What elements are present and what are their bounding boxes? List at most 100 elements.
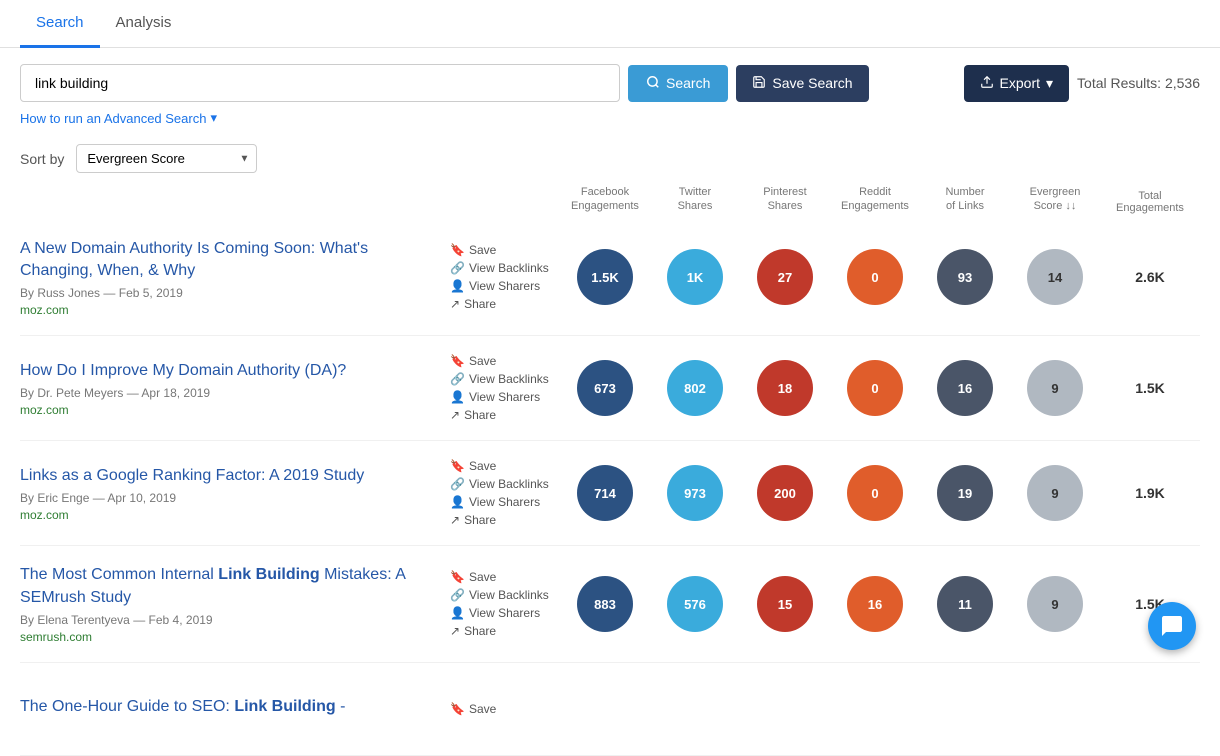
result-domain[interactable]: moz.com: [20, 403, 440, 417]
result-title[interactable]: The Most Common Internal Link Building M…: [20, 564, 440, 609]
chevron-down-icon: ▾: [210, 110, 217, 126]
export-icon: [980, 75, 994, 92]
search-button[interactable]: Search: [628, 65, 728, 102]
result-actions: 🔖 Save 🔗 View Backlinks 👤 View Sharers ↗…: [440, 243, 560, 311]
action-save[interactable]: 🔖 Save: [450, 570, 550, 584]
metric-twitter: 576: [650, 576, 740, 632]
search-input-wrap: [20, 64, 620, 102]
action-save[interactable]: 🔖 Save: [450, 354, 550, 368]
metric-facebook: 883: [560, 576, 650, 632]
action-share[interactable]: ↗ Share: [450, 624, 550, 638]
result-metrics: 883 576 15 16 11 9 1.5K: [560, 576, 1200, 632]
col-header-total: TotalEngagements: [1100, 190, 1200, 214]
table-row: The Most Common Internal Link Building M…: [20, 546, 1200, 663]
result-meta: By Elena Terentyeva — Feb 4, 2019: [20, 613, 440, 627]
save-search-button[interactable]: Save Search: [736, 65, 868, 102]
result-domain[interactable]: moz.com: [20, 303, 440, 317]
export-button[interactable]: Export ▾: [964, 65, 1070, 102]
person-icon: 👤: [450, 495, 465, 509]
result-metrics: 714 973 200 0 19 9 1.9K: [560, 465, 1200, 521]
result-actions: 🔖 Save 🔗 View Backlinks 👤 View Sharers ↗…: [440, 354, 560, 422]
result-content: Links as a Google Ranking Factor: A 2019…: [20, 465, 440, 522]
result-actions: 🔖 Save 🔗 View Backlinks 👤 View Sharers ↗…: [440, 570, 560, 638]
result-title[interactable]: How Do I Improve My Domain Authority (DA…: [20, 360, 440, 382]
share-icon: ↗: [450, 408, 460, 422]
action-sharers[interactable]: 👤 View Sharers: [450, 606, 550, 620]
table-row: Links as a Google Ranking Factor: A 2019…: [20, 441, 1200, 546]
save-icon: [752, 75, 766, 92]
bookmark-icon: 🔖: [450, 459, 465, 473]
person-icon: 👤: [450, 279, 465, 293]
chain-icon: 🔗: [450, 261, 465, 275]
chain-icon: 🔗: [450, 588, 465, 602]
action-save[interactable]: 🔖 Save: [450, 702, 550, 716]
action-backlinks[interactable]: 🔗 View Backlinks: [450, 372, 550, 386]
sort-select[interactable]: Evergreen Score Total Engagements Facebo…: [76, 144, 257, 173]
action-sharers[interactable]: 👤 View Sharers: [450, 390, 550, 404]
metric-links: 16: [920, 360, 1010, 416]
person-icon: 👤: [450, 606, 465, 620]
search-area: Search Save Search Export ▾ Total Result…: [0, 48, 1220, 134]
metric-facebook: 1.5K: [560, 249, 650, 305]
chain-icon: 🔗: [450, 477, 465, 491]
result-title[interactable]: The One-Hour Guide to SEO: Link Building…: [20, 696, 440, 718]
metric-reddit: 0: [830, 465, 920, 521]
metric-twitter: 1K: [650, 249, 740, 305]
tab-search[interactable]: Search: [20, 0, 100, 48]
action-sharers[interactable]: 👤 View Sharers: [450, 495, 550, 509]
result-meta: By Eric Enge — Apr 10, 2019: [20, 491, 440, 505]
action-save[interactable]: 🔖 Save: [450, 459, 550, 473]
bookmark-icon: 🔖: [450, 570, 465, 584]
result-title[interactable]: A New Domain Authority Is Coming Soon: W…: [20, 238, 440, 283]
action-backlinks[interactable]: 🔗 View Backlinks: [450, 588, 550, 602]
metric-facebook: 714: [560, 465, 650, 521]
col-header-twitter: TwitterShares: [650, 185, 740, 214]
result-content: A New Domain Authority Is Coming Soon: W…: [20, 238, 440, 318]
result-content: The Most Common Internal Link Building M…: [20, 564, 440, 644]
chain-icon: 🔗: [450, 372, 465, 386]
result-content: How Do I Improve My Domain Authority (DA…: [20, 360, 440, 417]
action-sharers[interactable]: 👤 View Sharers: [450, 279, 550, 293]
share-icon: ↗: [450, 513, 460, 527]
result-title[interactable]: Links as a Google Ranking Factor: A 2019…: [20, 465, 440, 487]
result-actions: 🔖 Save: [440, 702, 560, 716]
result-domain[interactable]: semrush.com: [20, 630, 440, 644]
action-share[interactable]: ↗ Share: [450, 513, 550, 527]
tab-bar: Search Analysis: [0, 0, 1220, 48]
chat-icon: [1160, 614, 1184, 638]
metric-pinterest: 200: [740, 465, 830, 521]
advanced-search-link[interactable]: How to run an Advanced Search ▾: [20, 110, 1200, 126]
action-backlinks[interactable]: 🔗 View Backlinks: [450, 477, 550, 491]
result-metrics: 1.5K 1K 27 0 93 14 2.6K: [560, 249, 1200, 305]
action-share[interactable]: ↗ Share: [450, 408, 550, 422]
metric-evergreen: 9: [1010, 465, 1100, 521]
col-header-links: Numberof Links: [920, 185, 1010, 214]
action-save[interactable]: 🔖 Save: [450, 243, 550, 257]
result-metrics: 673 802 18 0 16 9 1.5K: [560, 360, 1200, 416]
metric-reddit: 0: [830, 360, 920, 416]
results-list: A New Domain Authority Is Coming Soon: W…: [0, 220, 1220, 756]
result-meta: By Russ Jones — Feb 5, 2019: [20, 286, 440, 300]
search-input[interactable]: [20, 64, 620, 102]
total-results: Total Results: 2,536: [1077, 75, 1200, 91]
chat-button[interactable]: [1148, 602, 1196, 650]
person-icon: 👤: [450, 390, 465, 404]
table-row: A New Domain Authority Is Coming Soon: W…: [20, 220, 1200, 337]
metric-pinterest: 18: [740, 360, 830, 416]
result-meta: By Dr. Pete Meyers — Apr 18, 2019: [20, 386, 440, 400]
col-header-facebook: FacebookEngagements: [560, 185, 650, 214]
col-header-reddit: RedditEngagements: [830, 185, 920, 214]
metric-evergreen: 14: [1010, 249, 1100, 305]
metric-links: 19: [920, 465, 1010, 521]
col-header-pinterest: PinterestShares: [740, 185, 830, 214]
action-share[interactable]: ↗ Share: [450, 297, 550, 311]
metric-pinterest: 27: [740, 249, 830, 305]
result-domain[interactable]: moz.com: [20, 508, 440, 522]
metric-twitter: 802: [650, 360, 740, 416]
metric-total: 2.6K: [1100, 269, 1200, 285]
action-backlinks[interactable]: 🔗 View Backlinks: [450, 261, 550, 275]
metric-reddit: 0: [830, 249, 920, 305]
result-metrics: [560, 681, 1200, 737]
tab-analysis[interactable]: Analysis: [100, 0, 188, 48]
metric-pinterest: 15: [740, 576, 830, 632]
